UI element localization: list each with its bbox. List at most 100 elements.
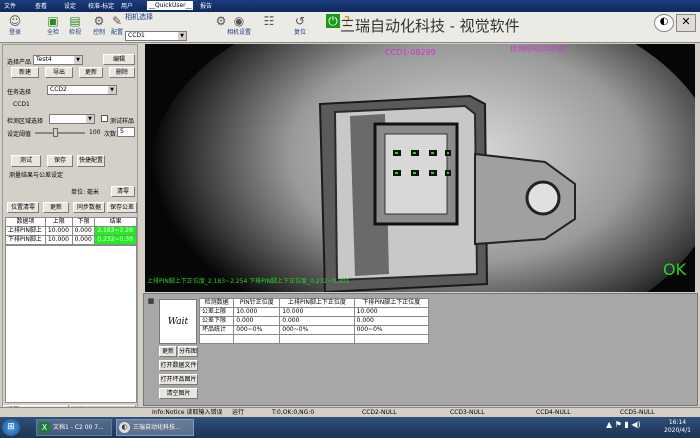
- reset-button[interactable]: ↺ 复位: [282, 13, 318, 42]
- row-name: 上排PIN脚上: [5, 226, 46, 236]
- cell: 0.000: [233, 316, 281, 326]
- task-select[interactable]: CCD2 ▼: [47, 85, 117, 95]
- row-name: 下排PIN脚上: [5, 235, 46, 245]
- cell: 0.000: [353, 316, 430, 326]
- unit-label: 单位: 毫米: [71, 189, 99, 196]
- cell: 000~0%: [233, 325, 281, 335]
- quick-user-field[interactable]: __QuickUser__: [147, 1, 193, 10]
- taskbar-item-vision[interactable]: ◐ 三瑞自动化科技...: [116, 419, 194, 436]
- threshold-slider[interactable]: [35, 132, 85, 134]
- product-select[interactable]: Test4 ▼: [33, 55, 83, 65]
- table-row: 公差下限 0.000 0.000 0.000: [198, 316, 430, 326]
- menu-settings[interactable]: 设定: [64, 1, 76, 10]
- start-button[interactable]: ⊞: [2, 419, 20, 436]
- statistics-panel: ▦ Wait 检测数据 PIN针正位度 上排PIN脚上下正位度 下排PIN脚上下…: [143, 293, 698, 406]
- table-row: 公差上限 10.000 10.000 10.000: [198, 307, 430, 317]
- taskbar-item-excel[interactable]: X 文档1 - C2 00 7...: [36, 419, 112, 436]
- camera-icon: ▤: [69, 14, 81, 28]
- close-button[interactable]: ✕: [676, 14, 696, 32]
- row-upper[interactable]: 10.000: [44, 226, 73, 236]
- clock-time: 16:14: [668, 419, 687, 426]
- doc-button[interactable]: ☷: [256, 13, 282, 42]
- threshold-slider-handle[interactable]: [53, 128, 58, 137]
- cell: 公差下限: [198, 316, 235, 326]
- update-button[interactable]: 更新: [79, 67, 103, 78]
- open-bad-image-button[interactable]: 打开坏品图片: [159, 374, 198, 385]
- app-brand-title: 三瑞自动化科技 - 视觉软件: [340, 17, 520, 35]
- col-header: 下排PIN脚上下正位度: [353, 298, 430, 308]
- distribution-chart-button[interactable]: 分布图: [178, 346, 198, 357]
- reset-label: 复位: [293, 29, 306, 36]
- table-empty-area: [5, 245, 137, 403]
- table-header-row: 检测数据 PIN针正位度 上排PIN脚上下正位度 下排PIN脚上下正位度: [198, 298, 430, 308]
- power-icon: ⏻: [326, 14, 340, 28]
- count-stepper[interactable]: 5: [117, 127, 135, 137]
- camera-settings-label: 相机设置: [226, 29, 251, 36]
- cell: 0.000: [279, 316, 355, 326]
- clock-date: 2020/4/1: [664, 427, 691, 434]
- measurement-readout: 上排PIN脚上下正位度_2.183~2.254 下排PIN脚上下正位度_0.23…: [147, 278, 350, 285]
- save-tolerance-button[interactable]: 保存公差: [107, 202, 137, 213]
- clear-button[interactable]: 清零: [111, 186, 135, 197]
- row-lower[interactable]: 0.000: [71, 226, 96, 236]
- cell: 10.000: [279, 307, 355, 317]
- taskbar: ⊞ X 文档1 - C2 00 7... ◐ 三瑞自动化科技... ▲ ⚑ ▮ ◀)…: [0, 417, 700, 438]
- save-button[interactable]: 保存: [47, 155, 73, 167]
- test-sample-checkbox[interactable]: [101, 115, 108, 122]
- config-label: 配置: [110, 29, 123, 36]
- chevron-down-icon: ▼: [74, 56, 82, 64]
- tray-icons[interactable]: ▲ ⚑ ▮ ◀): [606, 420, 641, 429]
- cell: 10.000: [233, 307, 281, 317]
- clear-images-button[interactable]: 清空图片: [159, 388, 198, 399]
- chevron-down-icon: ▼: [108, 86, 116, 94]
- threshold-value: 100: [89, 129, 101, 136]
- result-ok-label: OK: [663, 260, 687, 279]
- row-result: 0.232~0.30: [94, 235, 137, 245]
- menu-calibration[interactable]: 校准-标定: [88, 1, 114, 10]
- menu-file[interactable]: 文件: [4, 1, 16, 10]
- menu-bar: 文件 查看 设定 校准-标定 用户 __QuickUser__ 报告: [0, 0, 700, 12]
- delete-button[interactable]: 删除: [109, 67, 135, 78]
- test-button[interactable]: 测试: [11, 155, 41, 167]
- table-row[interactable]: 上排PIN脚上 10.000 0.000 2.183~2.26: [5, 226, 137, 236]
- ccd-tag: CCD1: [13, 101, 30, 108]
- update-stats-button[interactable]: 更新: [159, 346, 177, 357]
- row-lower[interactable]: 0.000: [71, 235, 96, 245]
- menu-view[interactable]: 查看: [35, 1, 47, 10]
- inspect-label: 检视: [68, 29, 81, 36]
- col-header: 结果: [94, 217, 137, 227]
- region-select[interactable]: ▼: [49, 114, 95, 124]
- edit-button[interactable]: 编辑: [103, 54, 135, 65]
- camera-settings-button[interactable]: ◉ 相机设置: [226, 13, 252, 42]
- new-button[interactable]: 新建: [11, 67, 39, 78]
- cell: 坏品统计: [198, 325, 235, 335]
- chevron-down-icon: ▼: [178, 32, 186, 40]
- clock[interactable]: 16:14 2020/4/1: [664, 419, 691, 435]
- quick-config-button[interactable]: 快捷配置: [77, 155, 105, 167]
- camera-image: [145, 44, 695, 292]
- open-data-file-button[interactable]: 打开数据文件: [159, 360, 198, 371]
- sync-data-button[interactable]: 同步数据: [73, 202, 105, 213]
- col-header: 下限: [71, 217, 96, 227]
- wait-indicator: Wait: [159, 299, 197, 344]
- camera-select[interactable]: CCD1 ▼: [125, 31, 187, 41]
- clear-position-button[interactable]: 位置清零: [7, 202, 39, 213]
- login-button[interactable]: ☺ 登录: [2, 13, 28, 42]
- status-counts: T:0,OK:0,NG:0: [272, 409, 315, 416]
- table-row[interactable]: 下排PIN脚上 10.000 0.000 0.232~0.30: [5, 235, 137, 245]
- cell: [198, 334, 235, 344]
- windows-icon: ⊞: [7, 422, 15, 432]
- row-upper[interactable]: 10.000: [44, 235, 73, 245]
- status-ccd3: CCD3-NULL: [450, 409, 485, 416]
- inspect-button[interactable]: ▤ 检视: [62, 13, 88, 42]
- menu-user[interactable]: 用户: [121, 1, 133, 10]
- taskbar-item-label: 三瑞自动化科技...: [133, 424, 181, 431]
- export-button[interactable]: 导出: [45, 67, 73, 78]
- region-label: 检测区域选择: [7, 118, 44, 125]
- row-result: 2.183~2.26: [94, 226, 137, 236]
- threshold-label: 设定阈值: [7, 131, 32, 138]
- update-tolerance-button[interactable]: 更新: [43, 202, 69, 213]
- menu-report[interactable]: 报告: [200, 1, 212, 10]
- excel-icon: X: [39, 422, 50, 433]
- tolerance-table: 数据项 上限 下限 结果 上排PIN脚上 10.000 0.000 2.183~…: [5, 217, 137, 245]
